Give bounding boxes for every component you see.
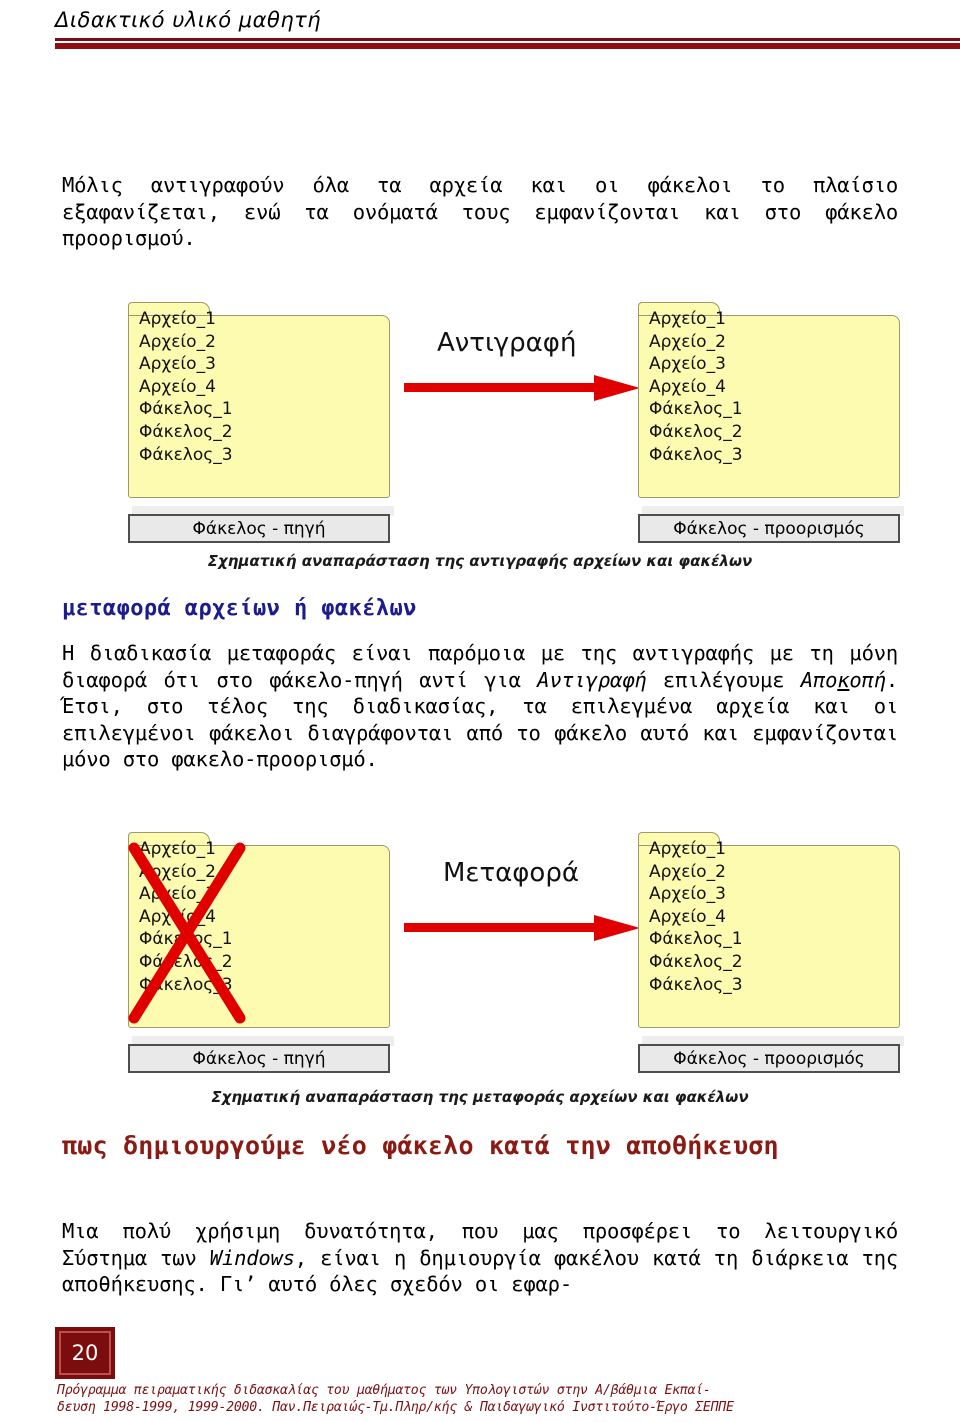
folder-item: Αρχείο_3 bbox=[649, 354, 726, 375]
folder-item: Φάκελος_1 bbox=[139, 399, 233, 420]
folder-item: Φάκελος_1 bbox=[649, 399, 743, 420]
folder-item: Αρχείο_3 bbox=[139, 354, 216, 375]
paragraph-copy-intro-text: Μόλις αντιγραφούν όλα τα αρχεία και οι φ… bbox=[62, 173, 898, 250]
arrow-label-copy: Αντιγραφή bbox=[437, 328, 577, 358]
figure-caption-copy: Σχηματική αναπαράσταση της αντιγραφής αρ… bbox=[207, 552, 753, 570]
figure-caption-move: Σχηματική αναπαράσταση της μεταφοράς αρχ… bbox=[211, 1088, 749, 1106]
folder-item: Φάκελος_1 bbox=[649, 929, 743, 950]
label-folder-dest-move: Φάκελος - προορισμός bbox=[638, 1044, 900, 1073]
footer-line-1: Πρόγραμμα πειραματικής διδασκαλίας του μ… bbox=[57, 1383, 711, 1398]
paragraph-move-italic-cut-b: κ bbox=[837, 667, 850, 692]
folder-item: Αρχείο_2 bbox=[139, 331, 216, 352]
paragraph-save-italic-windows: Windows bbox=[209, 1245, 295, 1270]
folder-source-move: Αρχείο_1 Αρχείο_2 Αρχείο_3 Αρχείο_4 Φάκε… bbox=[128, 832, 390, 1028]
folder-item: Αρχείο_1 bbox=[139, 309, 216, 329]
folder-item: Φάκελος_2 bbox=[139, 421, 233, 442]
heading-save: πως δημιουργούμε νέο φάκελο κατά την απο… bbox=[62, 1131, 779, 1160]
header-divider-rule bbox=[55, 38, 960, 49]
folder-source-copy: Αρχείο_1 Αρχείο_2 Αρχείο_3 Αρχείο_4 Φάκε… bbox=[128, 302, 390, 498]
folder-dest-copy: Αρχείο_1 Αρχείο_2 Αρχείο_3 Αρχείο_4 Φάκε… bbox=[638, 302, 900, 498]
paragraph-move-italic-copy: Αντιγραφή bbox=[537, 667, 647, 692]
arrow-copy-icon bbox=[404, 375, 640, 401]
diagram-copy: Αρχείο_1 Αρχείο_2 Αρχείο_3 Αρχείο_4 Φάκε… bbox=[0, 290, 960, 555]
paragraph-move-italic-cut-a: Απο bbox=[800, 667, 838, 692]
arrow-move-icon bbox=[404, 915, 640, 941]
folder-item: Φάκελος_3 bbox=[649, 974, 743, 995]
folder-item: Αρχείο_2 bbox=[649, 331, 726, 352]
folder-dest-move: Αρχείο_1 Αρχείο_2 Αρχείο_3 Αρχείο_4 Φάκε… bbox=[638, 832, 900, 1028]
folder-item: Αρχείο_4 bbox=[649, 906, 726, 927]
label-folder-source-copy: Φάκελος - πηγή bbox=[128, 514, 390, 543]
header-rule-thick bbox=[55, 43, 960, 49]
folder-item: Φάκελος_3 bbox=[649, 444, 743, 465]
folder-item: Αρχείο_4 bbox=[649, 376, 726, 397]
diagram-move: Αρχείο_1 Αρχείο_2 Αρχείο_3 Αρχείο_4 Φάκε… bbox=[0, 820, 960, 1085]
footer-credits: Πρόγραμμα πειραματικής διδασκαλίας του μ… bbox=[57, 1382, 955, 1416]
label-folder-dest-copy: Φάκελος - προορισμός bbox=[638, 514, 900, 543]
folder-item: Αρχείο_3 bbox=[649, 884, 726, 905]
folder-dest-copy-items: Αρχείο_1 Αρχείο_2 Αρχείο_3 Αρχείο_4 Φάκε… bbox=[649, 308, 743, 466]
paragraph-save: Μια πολύ χρήσιμη δυνατότητα, που μας προ… bbox=[62, 1218, 898, 1298]
heading-move: μεταφορά αρχείων ή φακέλων bbox=[62, 596, 417, 621]
folder-item: Φάκελος_2 bbox=[649, 951, 743, 972]
arrow-label-move: Μεταφορά bbox=[443, 858, 579, 888]
folder-item: Φάκελος_2 bbox=[649, 421, 743, 442]
folder-item: Αρχείο_1 bbox=[649, 309, 726, 329]
cross-out-x-icon bbox=[128, 842, 246, 1024]
paragraph-move-italic-cut-c: οπή bbox=[849, 667, 886, 692]
folder-source-copy-items: Αρχείο_1 Αρχείο_2 Αρχείο_3 Αρχείο_4 Φάκε… bbox=[139, 308, 233, 466]
paragraph-move-part2: επιλέγουμε bbox=[646, 667, 801, 692]
paragraph-copy-intro: Μόλις αντιγραφούν όλα τα αρχεία και οι φ… bbox=[62, 172, 898, 252]
folder-item: Αρχείο_4 bbox=[139, 376, 216, 397]
page-number-text: 20 bbox=[71, 1341, 99, 1365]
folder-item: Αρχείο_1 bbox=[649, 839, 726, 859]
label-folder-source-move: Φάκελος - πηγή bbox=[128, 1044, 390, 1073]
folder-item: Αρχείο_2 bbox=[649, 861, 726, 882]
paragraph-move: Η διαδικασία μεταφοράς είναι παρόμοια με… bbox=[62, 640, 898, 773]
folder-item: Φάκελος_3 bbox=[139, 444, 233, 465]
page-header-title: Διδακτικό υλικό μαθητή bbox=[55, 8, 322, 32]
folder-dest-move-items: Αρχείο_1 Αρχείο_2 Αρχείο_3 Αρχείο_4 Φάκε… bbox=[649, 838, 743, 996]
footer-line-2: δευση 1998-1999, 1999-2000. Παν.Πειραιώς… bbox=[57, 1400, 734, 1415]
page-number-badge: 20 bbox=[55, 1327, 115, 1379]
